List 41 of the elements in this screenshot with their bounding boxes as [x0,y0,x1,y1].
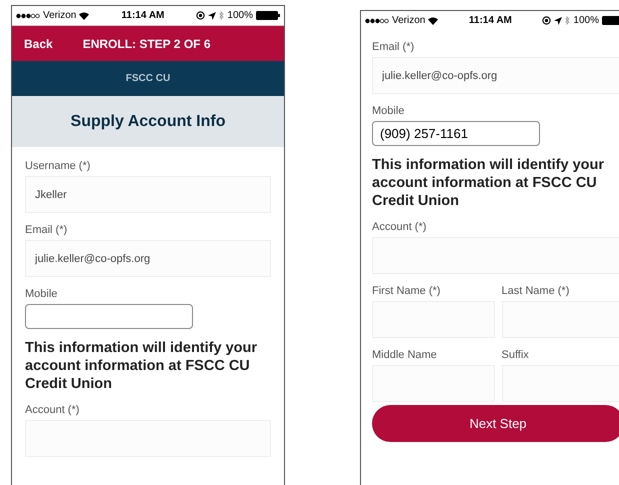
field-label: Account (*) [372,220,428,234]
bluetooth-icon [219,11,224,20]
bluetooth-icon [565,16,570,25]
signal-icon [365,18,389,24]
input-field[interactable]: Jkeller [25,176,271,213]
battery-icon [256,11,280,20]
input-field[interactable] [25,304,193,329]
field-label: Username (*) [25,159,92,173]
battery-icon [602,16,619,25]
input-field[interactable]: julie.keller@co-opfs.org [25,240,271,277]
wifi-icon [428,16,438,24]
carrier-name: Verizon [392,14,426,28]
step-title: ENROLL: STEP 2 OF 6 [82,36,210,52]
wifi-icon [79,12,90,20]
field-label: Email (*) [25,223,68,237]
brand-name: FSCC CU [126,72,170,86]
battery-percent: 100% [227,9,253,23]
lock-rotation-icon [542,16,552,25]
page-title: Supply Account Info [70,112,226,132]
carrier-name: Verizon [43,9,76,23]
status-time: 11:14 AM [468,14,512,28]
next-step-button[interactable]: Next Step [372,405,619,442]
field-label: Email (*) [372,40,416,54]
field-label: Account (*) [25,403,80,417]
lock-rotation-icon [196,11,206,20]
status-time: 11:14 AM [121,9,164,23]
section-heading: This information will identify your account information at FSCC CU Credit Union [25,339,258,393]
back-link[interactable]: Back [24,34,53,52]
input-field[interactable]: (909) 257-1161 [372,121,540,146]
field-label: Middle Name [372,348,438,362]
section-heading: This information will identify your account information at FSCC CU Credit Union [372,156,606,210]
battery-percent: 100% [573,14,599,28]
field-label: First Name (*) [372,284,442,298]
location-icon [208,12,216,20]
location-icon [554,16,562,24]
field-label: Suffix [502,348,530,362]
field-label: Mobile [372,104,406,118]
field-label: Mobile [25,287,58,301]
signal-icon [16,12,40,18]
input-field[interactable]: julie.keller@co-opfs.org [372,57,619,94]
field-label: Last Name (*) [502,284,570,298]
